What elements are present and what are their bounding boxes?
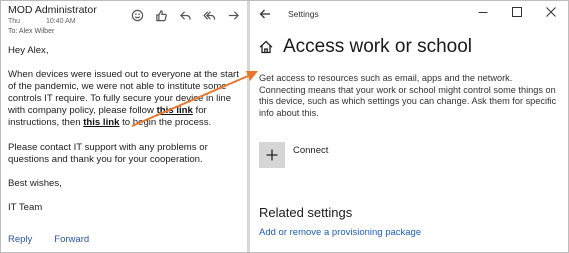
provisioning-package-link[interactable]: Add or remove a provisioning package <box>259 227 421 238</box>
minimize-button[interactable] <box>466 1 500 23</box>
email-signature: IT Team <box>8 201 43 213</box>
email-actions: Reply Forward <box>8 234 89 245</box>
email-body: Hey Alex, When devices were issued out t… <box>8 45 243 226</box>
reply-icon[interactable] <box>177 7 193 23</box>
email-toolbar <box>129 7 265 23</box>
reply-all-icon[interactable] <box>201 7 217 23</box>
home-icon[interactable] <box>259 40 273 54</box>
email-reading-pane: MOD Administrator Thu 10:40 AM To: Alex … <box>1 1 263 252</box>
page-header: Access work or school <box>259 36 472 58</box>
email-paragraph-1: When devices were issued out to everyone… <box>8 69 243 129</box>
reply-button[interactable]: Reply <box>8 234 32 245</box>
title-bar: Settings <box>250 1 568 25</box>
email-signoff: Best wishes, <box>8 177 62 189</box>
email-day: Thu <box>8 18 21 25</box>
connect-label: Connect <box>293 145 329 156</box>
back-button[interactable] <box>259 7 271 19</box>
forward-icon[interactable] <box>225 7 241 23</box>
email-paragraph-2: Please contact IT support with any probl… <box>8 141 208 165</box>
email-time: 10:40 AM <box>46 18 76 25</box>
smiley-icon[interactable] <box>129 7 145 23</box>
related-settings-heading: Related settings <box>259 205 353 220</box>
like-icon[interactable] <box>153 7 169 23</box>
maximize-button[interactable] <box>500 1 534 23</box>
page-description: Get access to resources such as email, a… <box>259 73 557 118</box>
recipient-name: Alex Wilber <box>18 28 55 35</box>
recipient-line: To: Alex Wilber <box>8 28 54 35</box>
settings-window: Settings Access work or school Get acces… <box>250 1 568 252</box>
sender-name: MOD Administrator <box>8 4 97 16</box>
close-button[interactable] <box>534 1 568 23</box>
connect-button[interactable]: Connect <box>259 142 328 168</box>
email-greeting: Hey Alex, <box>8 45 49 56</box>
window-controls <box>466 1 568 23</box>
forward-button[interactable]: Forward <box>54 234 89 245</box>
process-link[interactable]: this link <box>83 117 119 128</box>
instructions-link[interactable]: this link <box>157 105 193 116</box>
window-title: Settings <box>288 9 319 19</box>
plus-icon <box>259 142 285 168</box>
page-title: Access work or school <box>283 36 473 57</box>
email-date: Thu 10:40 AM <box>8 18 76 25</box>
paragraph-text: to begin the process. <box>119 117 212 129</box>
to-label: To: <box>8 28 18 35</box>
